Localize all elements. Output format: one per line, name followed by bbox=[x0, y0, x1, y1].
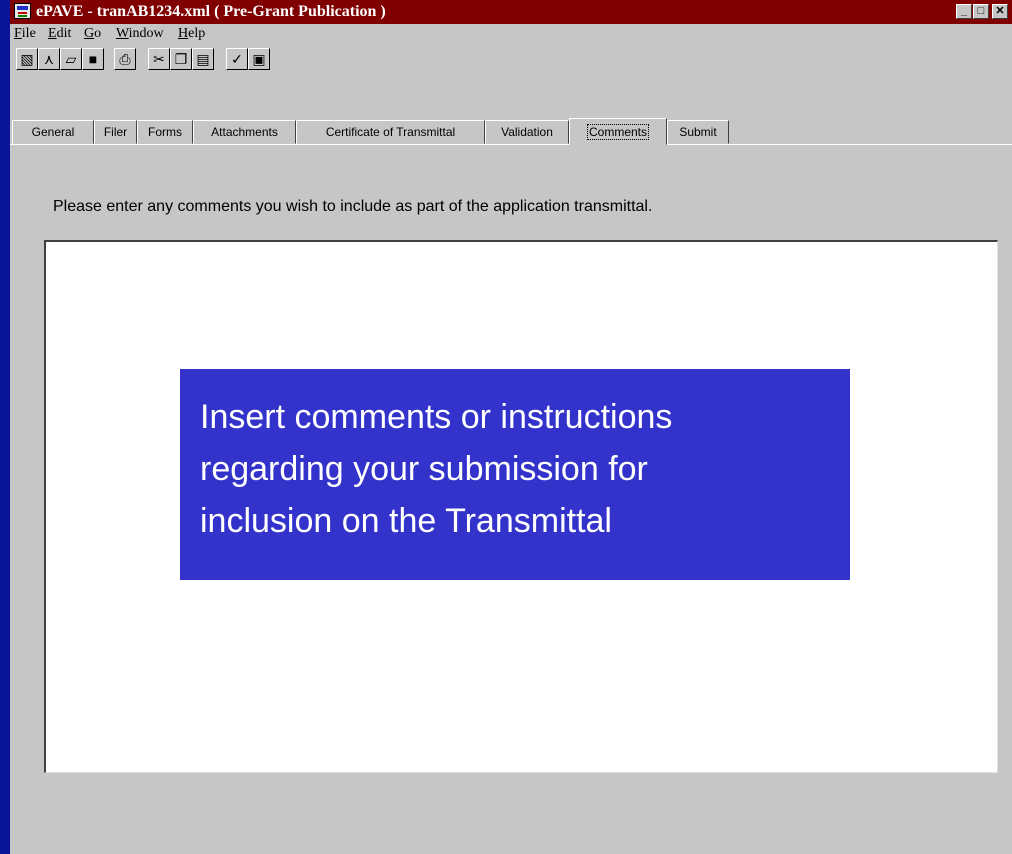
tab-attachments[interactable]: Attachments bbox=[193, 120, 296, 144]
callout-line-2: regarding your submission for bbox=[200, 450, 648, 488]
menu-file[interactable]: File bbox=[14, 26, 36, 42]
window-title: ePAVE - tranAB1234.xml ( Pre-Grant Publi… bbox=[36, 3, 386, 20]
menu-help[interactable]: Help bbox=[178, 26, 205, 42]
submit-icon[interactable]: ▣ bbox=[248, 48, 270, 70]
open-folder-icon[interactable]: ▱ bbox=[60, 48, 82, 70]
validate-check-icon[interactable]: ✓ bbox=[226, 48, 248, 70]
new-document-icon[interactable]: ▧ bbox=[16, 48, 38, 70]
save-disk-icon[interactable]: ■ bbox=[82, 48, 104, 70]
copy-icon[interactable]: ❐ bbox=[170, 48, 192, 70]
tab-general[interactable]: General bbox=[12, 120, 94, 144]
menu-window[interactable]: Window bbox=[116, 26, 164, 42]
tab-comments[interactable]: Comments bbox=[569, 118, 667, 145]
paste-icon[interactable]: ▤ bbox=[192, 48, 214, 70]
menu-go[interactable]: Go bbox=[84, 26, 101, 42]
tab-submit[interactable]: Submit bbox=[667, 120, 729, 144]
tab-comments-label: Comments bbox=[586, 124, 650, 140]
tab-filer[interactable]: Filer bbox=[94, 120, 137, 144]
compass-icon[interactable]: ⋏ bbox=[38, 48, 60, 70]
tab-panel-border bbox=[10, 144, 1012, 145]
tab-certificate-of-transmittal[interactable]: Certificate of Transmittal bbox=[296, 120, 485, 144]
menu-edit[interactable]: Edit bbox=[48, 26, 71, 42]
instruction-text: Please enter any comments you wish to in… bbox=[53, 198, 653, 215]
tab-validation[interactable]: Validation bbox=[485, 120, 569, 144]
minimize-button[interactable]: _ bbox=[956, 4, 972, 19]
toolbar: ▧ ⋏ ▱ ■ ⎙ ✂ ❐ ▤ ✓ ▣ bbox=[10, 46, 1012, 72]
callout-annotation: Insert comments or instructions regardin… bbox=[180, 369, 850, 580]
tab-forms[interactable]: Forms bbox=[137, 120, 193, 144]
callout-line-3: inclusion on the Transmittal bbox=[200, 502, 612, 540]
print-icon[interactable]: ⎙ bbox=[114, 48, 136, 70]
menu-bar: File Edit Go Window Help bbox=[10, 24, 1012, 45]
maximize-button[interactable]: □ bbox=[973, 4, 989, 19]
callout-line-1: Insert comments or instructions bbox=[200, 398, 673, 436]
title-bar[interactable]: ePAVE - tranAB1234.xml ( Pre-Grant Publi… bbox=[10, 0, 1012, 24]
app-icon[interactable] bbox=[14, 3, 31, 19]
close-button[interactable]: ✕ bbox=[992, 4, 1008, 19]
cut-icon[interactable]: ✂ bbox=[148, 48, 170, 70]
